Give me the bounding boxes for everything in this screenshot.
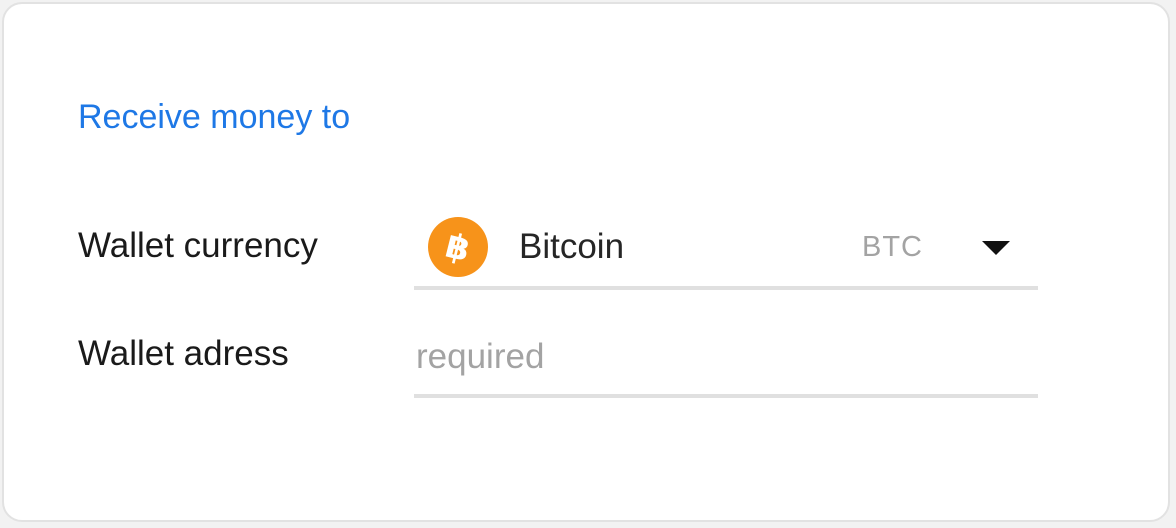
selected-currency-code: BTC xyxy=(862,231,923,263)
input-underline xyxy=(414,394,1038,398)
selected-currency-name: Bitcoin xyxy=(519,227,625,266)
wallet-currency-select[interactable]: ฿ Bitcoin BTC xyxy=(414,216,1038,290)
select-underline xyxy=(414,286,1038,290)
wallet-address-field xyxy=(414,326,1038,398)
caret-down-icon[interactable] xyxy=(982,241,1010,255)
section-title: Receive money to xyxy=(78,98,351,136)
wallet-currency-label: Wallet currency xyxy=(78,226,318,265)
bitcoin-icon: ฿ xyxy=(428,217,488,277)
wallet-address-input[interactable] xyxy=(414,332,1038,382)
receive-money-card: Receive money to Wallet currency ฿ Bitco… xyxy=(2,2,1170,522)
wallet-address-label: Wallet adress xyxy=(78,334,289,373)
